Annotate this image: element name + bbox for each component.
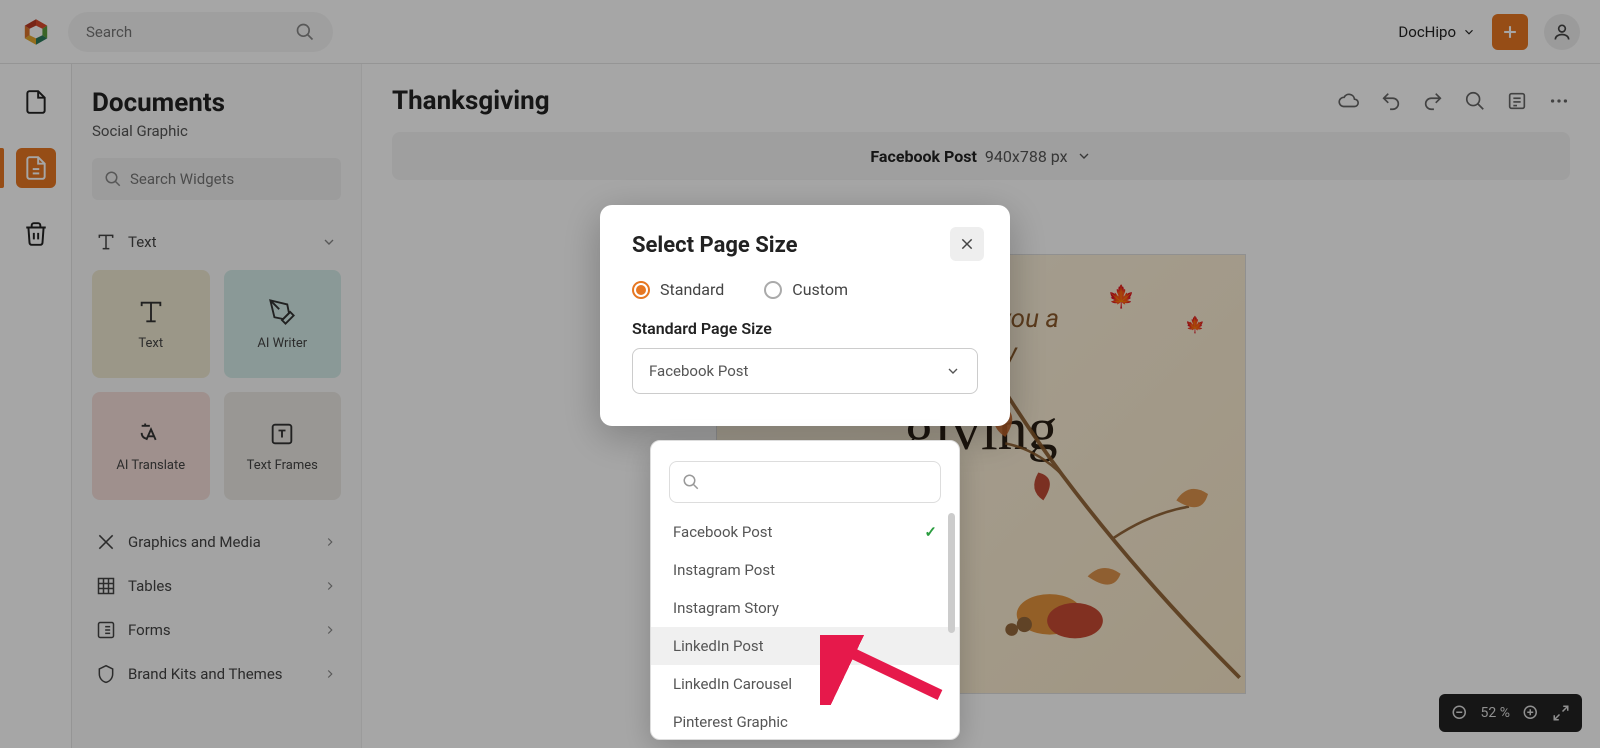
dropdown-option[interactable]: LinkedIn Post: [651, 627, 959, 665]
dropdown-option-label: Instagram Story: [673, 599, 779, 617]
check-icon: ✓: [924, 523, 937, 541]
radio-standard[interactable]: Standard: [632, 280, 724, 299]
radio-icon: [632, 281, 650, 299]
dropdown-option[interactable]: Instagram Post: [651, 551, 959, 589]
search-icon: [682, 473, 700, 491]
close-button[interactable]: [950, 227, 984, 261]
dropdown-search[interactable]: [669, 461, 941, 503]
field-label: Standard Page Size: [632, 319, 978, 338]
page-size-modal: Select Page Size Standard Custom Standar…: [600, 205, 1010, 426]
dropdown-option[interactable]: LinkedIn Carousel: [651, 665, 959, 703]
scrollbar-thumb[interactable]: [948, 513, 955, 633]
page-size-select[interactable]: Facebook Post: [632, 348, 978, 394]
dropdown-option-label: LinkedIn Post: [673, 637, 764, 655]
page-size-dropdown: Facebook Post ✓ Instagram Post Instagram St…: [650, 440, 960, 740]
dropdown-option[interactable]: Pinterest Graphic: [651, 703, 959, 733]
radio-icon: [764, 281, 782, 299]
chevron-down-icon: [945, 363, 961, 379]
select-value: Facebook Post: [649, 362, 748, 380]
radio-custom-label: Custom: [792, 280, 848, 299]
dropdown-option-label: LinkedIn Carousel: [673, 675, 792, 693]
modal-title: Select Page Size: [632, 233, 978, 258]
radio-group: Standard Custom: [632, 280, 978, 299]
close-icon: [959, 236, 975, 252]
dropdown-option-label: Instagram Post: [673, 561, 775, 579]
dropdown-option-label: Pinterest Graphic: [673, 713, 788, 731]
dropdown-list: Facebook Post ✓ Instagram Post Instagram St…: [651, 513, 959, 733]
dropdown-option[interactable]: Facebook Post ✓: [651, 513, 959, 551]
radio-standard-label: Standard: [660, 280, 724, 299]
dropdown-option[interactable]: Instagram Story: [651, 589, 959, 627]
radio-custom[interactable]: Custom: [764, 280, 848, 299]
dropdown-option-label: Facebook Post: [673, 523, 772, 541]
